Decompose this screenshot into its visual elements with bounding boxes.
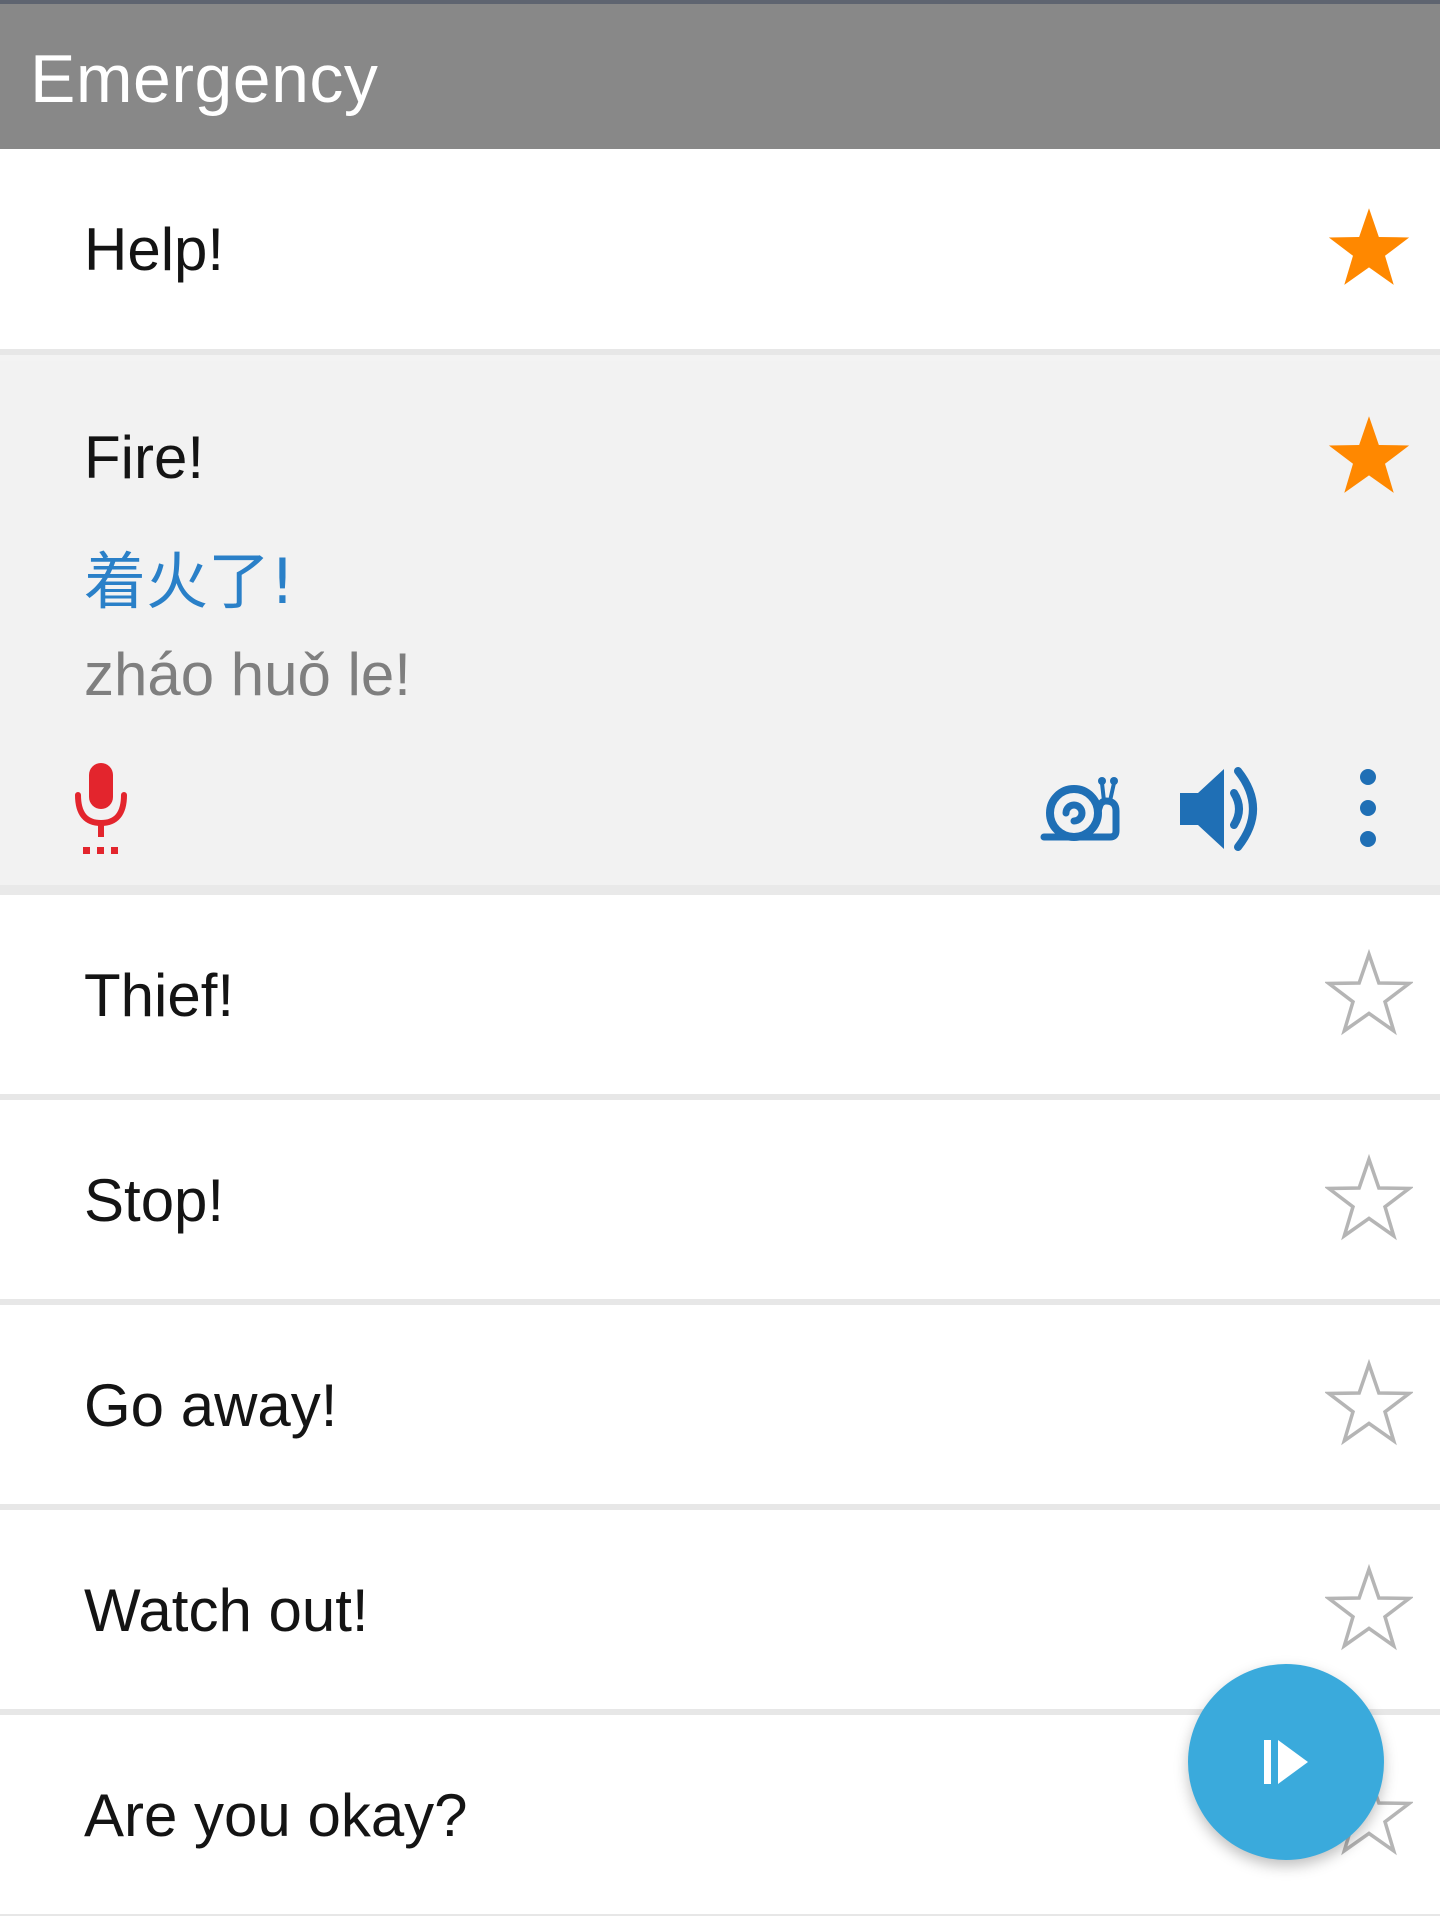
phrase-row-go-away[interactable]: Go away! bbox=[0, 1305, 1440, 1510]
play-all-button[interactable] bbox=[1188, 1664, 1384, 1860]
app-toolbar: Emergency bbox=[0, 0, 1440, 149]
phrase-label: Thief! bbox=[84, 962, 235, 1029]
star-outline-icon[interactable] bbox=[1325, 1154, 1413, 1242]
star-filled-icon[interactable] bbox=[1325, 203, 1413, 291]
phrase-row-watch-out[interactable]: Watch out! bbox=[0, 1510, 1440, 1715]
status-strip bbox=[0, 0, 1440, 4]
phrase-row-thief[interactable]: Thief! bbox=[0, 895, 1440, 1100]
snail-icon[interactable] bbox=[1040, 771, 1120, 847]
phrase-label: Stop! bbox=[84, 1167, 225, 1234]
page-title: Emergency bbox=[30, 40, 379, 117]
star-outline-icon[interactable] bbox=[1325, 1564, 1413, 1652]
app-screen: Emergency Help! Fire! 着火了! zháo huǒ le! bbox=[0, 0, 1440, 1916]
phrase-row-stop[interactable]: Stop! bbox=[0, 1100, 1440, 1305]
speaker-icon[interactable] bbox=[1176, 763, 1272, 855]
phrase-label: Help! bbox=[84, 216, 225, 283]
microphone-icon[interactable] bbox=[66, 761, 136, 857]
play-next-icon bbox=[1264, 1740, 1308, 1784]
more-vertical-icon[interactable] bbox=[1350, 767, 1386, 849]
pinyin-text: zháo huǒ le! bbox=[84, 641, 411, 708]
star-outline-icon[interactable] bbox=[1325, 1359, 1413, 1447]
phrase-list: Help! Fire! 着火了! zháo huǒ le! Thief! Sto… bbox=[0, 149, 1440, 1916]
star-outline-icon[interactable] bbox=[1325, 949, 1413, 1037]
star-filled-icon[interactable] bbox=[1325, 411, 1413, 499]
translation-text: 着火了! bbox=[84, 545, 295, 618]
phrase-label: Watch out! bbox=[84, 1577, 369, 1644]
phrase-row-fire-expanded[interactable]: Fire! 着火了! zháo huǒ le! bbox=[0, 361, 1440, 895]
phrase-label: Are you okay? bbox=[84, 1782, 468, 1849]
phrase-label: Go away! bbox=[84, 1372, 338, 1439]
phrase-row-help[interactable]: Help! bbox=[0, 149, 1440, 355]
phrase-label: Fire! bbox=[84, 424, 204, 491]
